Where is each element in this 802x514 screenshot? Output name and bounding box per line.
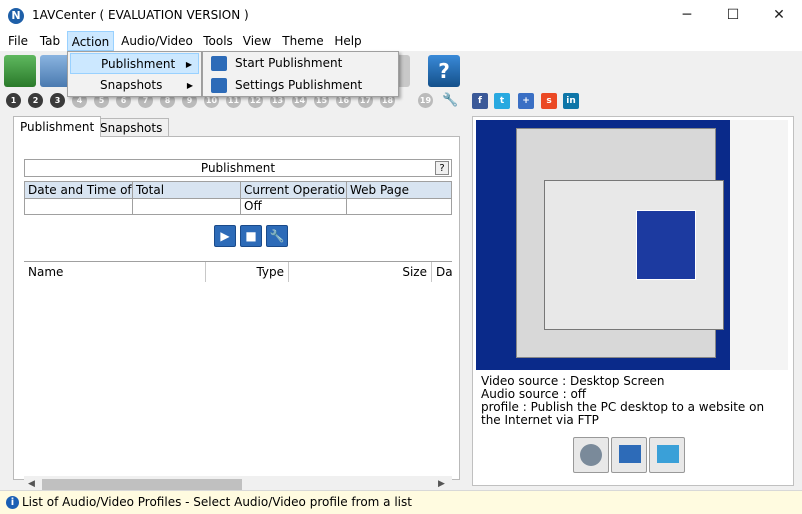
minimize-button[interactable]: ─ [664, 0, 710, 31]
scroll-right-icon[interactable]: ▶ [438, 479, 445, 489]
submenu-arrow-icon: ▶ [185, 60, 192, 69]
tab-publishment[interactable]: Publishment [13, 116, 102, 137]
help-icon[interactable]: ? [428, 55, 460, 87]
wrench-icon[interactable]: 🔧 [442, 93, 458, 109]
facebook-icon[interactable]: f [472, 93, 488, 109]
menu-item-label: Snapshots [100, 78, 163, 92]
menu-audio-video[interactable]: Audio/Video [118, 31, 196, 51]
settings-button[interactable]: 🔧 [266, 225, 288, 247]
info-table: Date and Time of Total Current Operation… [24, 181, 452, 215]
menu-item-label: Start Publishment [235, 56, 343, 70]
profile-description: profile : Publish the PC desktop to a we… [481, 400, 765, 427]
quick-button-1[interactable]: 1 [6, 93, 21, 108]
menu-theme[interactable]: Theme [280, 31, 326, 51]
right-panel: Video source : Desktop Screen Audio sour… [472, 116, 794, 486]
menu-item-settings-publishment[interactable]: Settings Publishment [205, 75, 396, 96]
column-header[interactable]: Name [24, 262, 206, 282]
column-header[interactable]: Da [432, 262, 452, 282]
table-cell [347, 199, 451, 215]
column-header[interactable]: Size [289, 262, 432, 282]
window-title: 1AVCenter ( EVALUATION VERSION ) [32, 8, 249, 22]
left-panel: Publishment Snapshots Publishment ? Date… [8, 116, 464, 493]
table-cell: Off [241, 199, 347, 215]
status-text: List of Audio/Video Profiles - Select Au… [22, 495, 412, 509]
quick-button-3[interactable]: 3 [50, 93, 65, 108]
quick-button-19[interactable]: 19 [418, 93, 433, 108]
menu-item-publishment[interactable]: Publishment ▶ [70, 53, 199, 74]
menu-tools[interactable]: Tools [200, 31, 236, 51]
column-header[interactable]: Current Operation [241, 182, 347, 199]
column-header[interactable]: Total [133, 182, 241, 199]
menu-item-label: Settings Publishment [235, 78, 363, 92]
menu-action[interactable]: Action [67, 31, 114, 51]
desktop-preview [476, 120, 788, 370]
twitter-icon[interactable]: t [494, 93, 510, 109]
menu-tab[interactable]: Tab [36, 31, 64, 51]
menu-item-snapshots[interactable]: Snapshots ▶ [70, 75, 199, 96]
section-title-text: Publishment [200, 161, 276, 175]
table-cell [25, 199, 133, 215]
quick-button-2[interactable]: 2 [28, 93, 43, 108]
linkedin-icon[interactable]: in [563, 93, 579, 109]
settings-icon [211, 78, 227, 93]
stop-button[interactable]: ■ [240, 225, 262, 247]
start-icon [211, 56, 227, 71]
preview-window [730, 120, 788, 370]
menu-bar: File Tab Action Audio/Video Tools View T… [0, 31, 802, 51]
help-button[interactable]: ? [435, 161, 449, 175]
app-icon: N [8, 8, 24, 24]
camera-screen-icon[interactable] [649, 437, 685, 473]
profiles-icon[interactable] [4, 55, 36, 87]
table-cell [133, 199, 241, 215]
scroll-thumb[interactable] [42, 479, 242, 490]
menu-view[interactable]: View [240, 31, 274, 51]
info-icon: i [6, 496, 19, 509]
menu-item-start-publishment[interactable]: Start Publishment [205, 53, 396, 74]
column-header[interactable]: Type [206, 262, 289, 282]
column-header[interactable]: Date and Time of [25, 182, 133, 199]
publishment-tab-content: Publishment ? Date and Time of Total Cur… [13, 136, 460, 493]
preview-window [636, 210, 696, 280]
submenu-arrow-icon: ▶ [186, 81, 193, 90]
maximize-button[interactable]: ☐ [710, 0, 756, 31]
section-title: Publishment ? [24, 159, 452, 177]
menu-item-label: Publishment [101, 57, 176, 71]
status-bar: i List of Audio/Video Profiles - Select … [0, 490, 802, 514]
scroll-left-icon[interactable]: ◀ [28, 479, 35, 489]
close-button[interactable]: ✕ [756, 0, 802, 31]
file-list: Name Type Size Da ◀ ▶ [24, 261, 452, 495]
menu-file[interactable]: File [4, 31, 32, 51]
stumbleupon-icon[interactable]: s [541, 93, 557, 109]
play-button[interactable]: ▶ [214, 225, 236, 247]
webcam-icon[interactable] [573, 437, 609, 473]
screens-icon[interactable] [611, 437, 647, 473]
preview-window [544, 180, 724, 330]
menu-help[interactable]: Help [332, 31, 364, 51]
publishment-submenu: Start Publishment Settings Publishment [202, 51, 399, 97]
title-bar: N 1AVCenter ( EVALUATION VERSION ) ─ ☐ ✕ [0, 0, 802, 31]
google-plus-icon[interactable]: + [518, 93, 534, 109]
column-header[interactable]: Web Page [347, 182, 451, 199]
tab-snapshots[interactable]: Snapshots [93, 118, 170, 136]
action-menu-dropdown: Publishment ▶ Snapshots ▶ [67, 51, 202, 97]
